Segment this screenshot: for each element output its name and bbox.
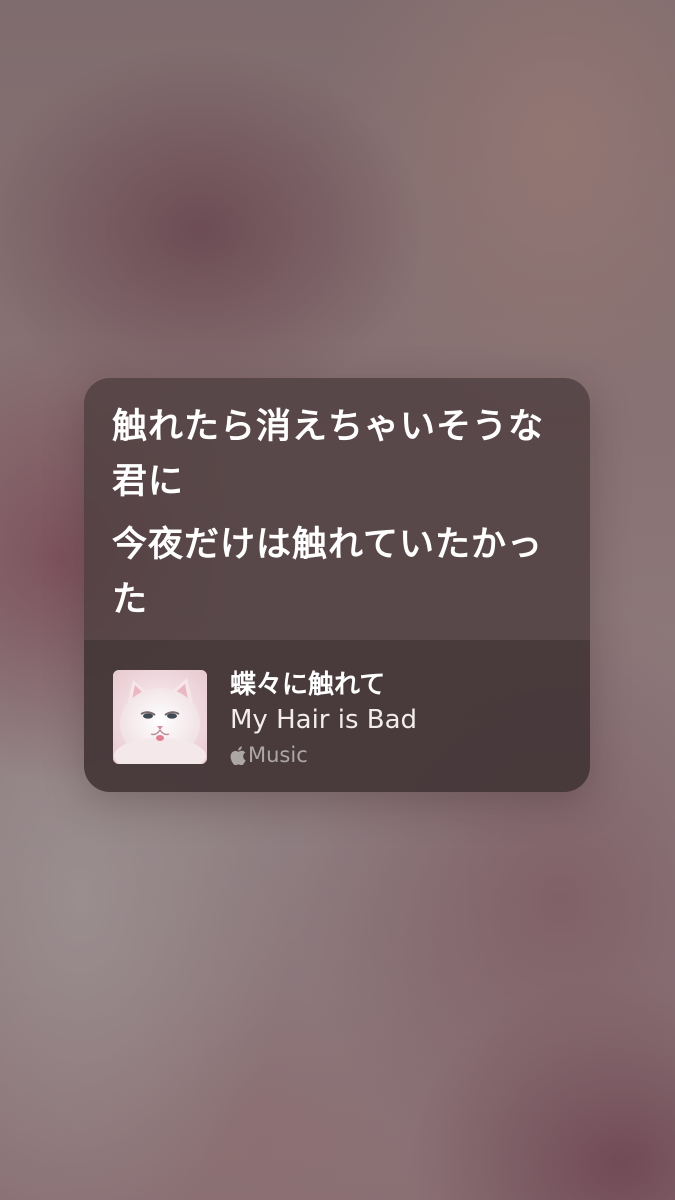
album-artwork[interactable] xyxy=(113,670,207,764)
apple-music-badge: Music xyxy=(230,740,417,770)
apple-logo-icon xyxy=(230,745,246,765)
cat-artwork-icon xyxy=(113,670,207,764)
track-meta: 蝶々に触れて My Hair is Bad Music xyxy=(230,668,417,770)
track-info-bar[interactable]: 蝶々に触れて My Hair is Bad Music xyxy=(84,640,590,792)
song-title: 蝶々に触れて xyxy=(230,670,386,700)
lyrics-share-card[interactable]: 触れたら消えちゃいそうな君に 今夜だけは触れていたかった 蝶々に触れて My H… xyxy=(84,378,590,792)
artist-name: My Hair is Bad xyxy=(230,705,418,735)
lyric-line-2: 今夜だけは触れていたかった xyxy=(112,525,543,620)
lyrics-section: 触れたら消えちゃいそうな君に 今夜だけは触れていたかった xyxy=(84,378,590,620)
lyric-line-1: 触れたら消えちゃいそうな君に xyxy=(112,407,545,502)
service-label: Music xyxy=(248,743,308,767)
